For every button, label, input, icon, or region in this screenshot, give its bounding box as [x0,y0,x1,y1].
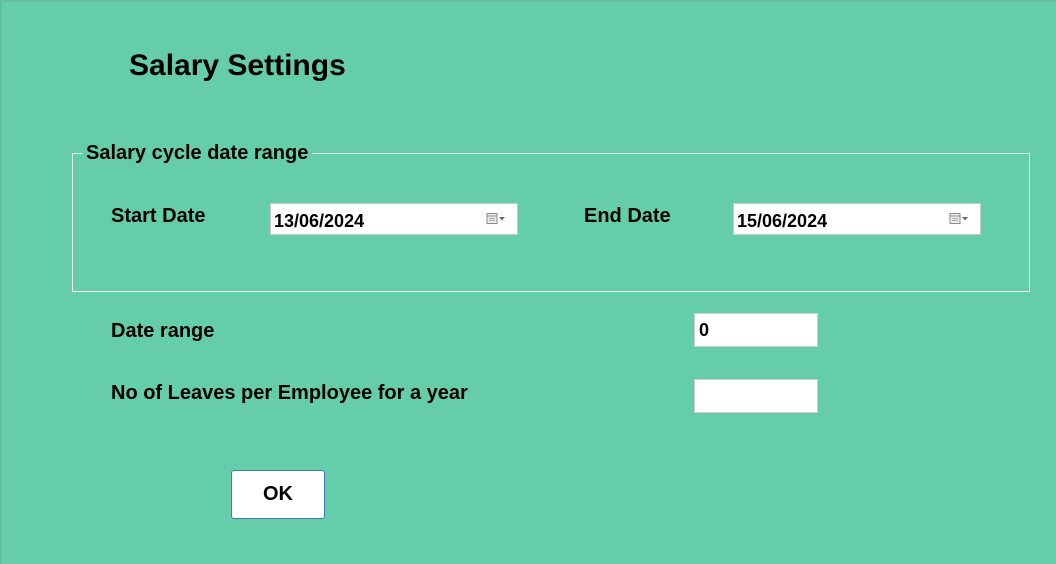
salary-cycle-legend: Salary cycle date range [82,140,313,166]
start-date-label: Start Date [111,205,206,227]
window-left-edge [0,0,2,564]
window-top-edge [0,0,1056,2]
leaves-per-employee-label: No of Leaves per Employee for a year [111,382,468,404]
end-date-picker[interactable]: 15/06/2024 [733,203,981,235]
ok-button[interactable]: OK [231,470,325,519]
end-date-value[interactable]: 15/06/2024 [734,206,946,232]
page-title: Salary Settings [129,49,346,82]
date-range-label: Date range [111,320,215,342]
calendar-dropdown-icon[interactable] [946,208,974,230]
start-date-value[interactable]: 13/06/2024 [271,206,483,232]
leaves-per-employee-input[interactable] [694,379,818,413]
end-date-label: End Date [584,205,671,227]
start-date-picker[interactable]: 13/06/2024 [270,203,518,235]
date-range-input[interactable] [694,313,818,347]
calendar-dropdown-icon[interactable] [483,208,511,230]
